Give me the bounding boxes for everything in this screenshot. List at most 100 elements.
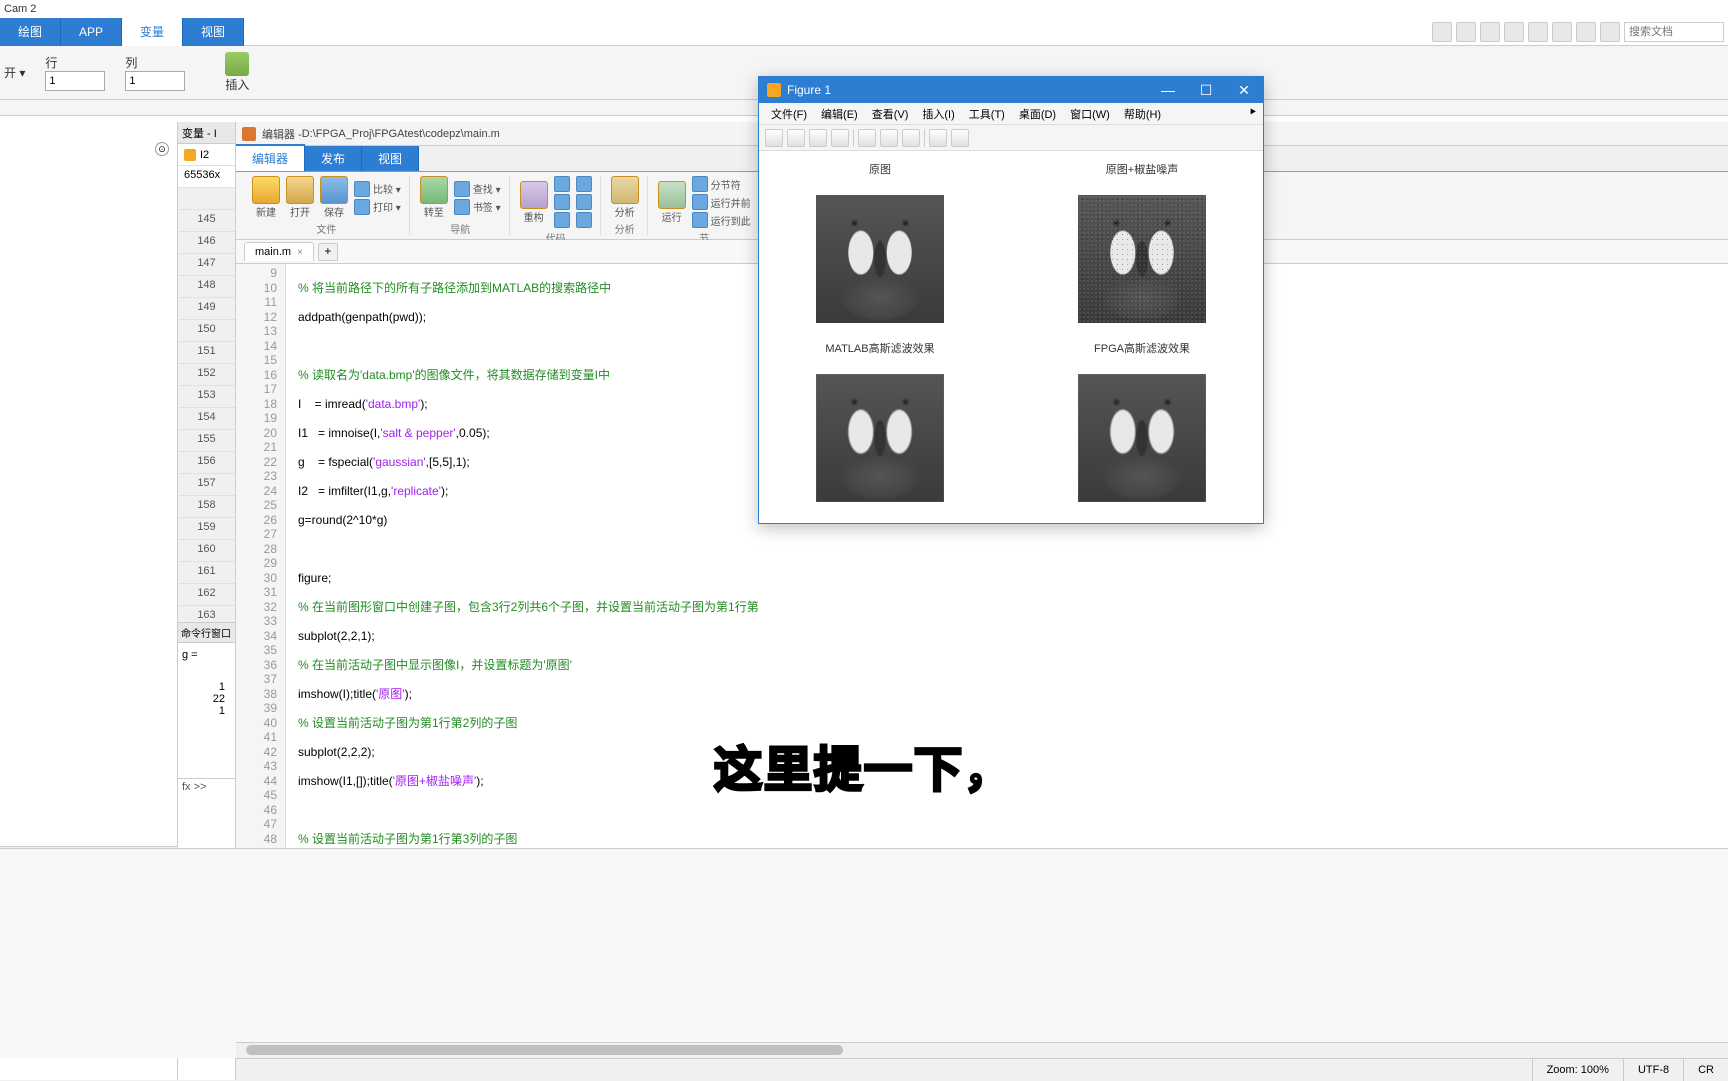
etab-view[interactable]: 视图 [362, 146, 419, 171]
code-icon[interactable] [554, 212, 570, 228]
ribbon-icon[interactable] [1456, 22, 1476, 42]
runto-icon[interactable] [692, 212, 708, 228]
h-scrollbar[interactable] [236, 1042, 1728, 1058]
ribbon-icon[interactable] [1480, 22, 1500, 42]
find-icon[interactable] [454, 181, 470, 197]
row-number[interactable]: 157 [178, 474, 235, 496]
menu-view[interactable]: 查看(V) [866, 104, 915, 124]
menu-insert[interactable]: 插入(I) [916, 104, 960, 124]
subplot-image-noise [1078, 195, 1206, 323]
open-icon[interactable] [286, 176, 314, 204]
etab-publish[interactable]: 发布 [305, 146, 362, 171]
row-number[interactable]: 148 [178, 276, 235, 298]
close-icon[interactable]: × [297, 247, 303, 258]
ribbon-icon[interactable] [1504, 22, 1524, 42]
tb-icon[interactable] [858, 129, 876, 147]
refactor-icon[interactable] [520, 181, 548, 209]
row-number[interactable]: 153 [178, 386, 235, 408]
tb-icon[interactable] [951, 129, 969, 147]
save-icon[interactable] [320, 176, 348, 204]
row-number[interactable]: 147 [178, 254, 235, 276]
minimize-button[interactable]: — [1149, 77, 1187, 103]
subplot-image-fpga [1078, 374, 1206, 502]
ribbon-tab-view[interactable]: 视图 [183, 18, 244, 46]
runadv-icon[interactable] [692, 194, 708, 210]
open-dropdown[interactable]: 开 ▾ [4, 64, 25, 81]
row-number[interactable]: 146 [178, 232, 235, 254]
row-number[interactable]: 155 [178, 430, 235, 452]
close-button[interactable]: ✕ [1225, 77, 1263, 103]
compare-icon[interactable] [354, 181, 370, 197]
ribbon-icon[interactable] [1528, 22, 1548, 42]
tb-icon[interactable] [902, 129, 920, 147]
row-number[interactable]: 151 [178, 342, 235, 364]
ribbon-tabs: 绘图 APP 变量 视图 [0, 18, 1728, 46]
row-number[interactable]: 145 [178, 210, 235, 232]
menu-window[interactable]: 窗口(W) [1064, 104, 1116, 124]
menu-help[interactable]: 帮助(H) [1118, 104, 1167, 124]
row-number[interactable]: 161 [178, 562, 235, 584]
section-icon[interactable] [692, 176, 708, 192]
row-input[interactable] [45, 71, 105, 91]
figure-window[interactable]: Figure 1 — ☐ ✕ 文件(F) 编辑(E) 查看(V) 插入(I) 工… [758, 76, 1264, 524]
code-icon[interactable] [554, 176, 570, 192]
menu-tools[interactable]: 工具(T) [963, 104, 1011, 124]
tb-save-icon[interactable] [809, 129, 827, 147]
status-zoom[interactable]: Zoom: 100% [1532, 1059, 1623, 1081]
row-number[interactable]: 158 [178, 496, 235, 518]
row-number[interactable]: 156 [178, 452, 235, 474]
var-header: 变量 - I [178, 122, 235, 144]
cmd-val: 1 [182, 681, 231, 693]
bookmark-icon[interactable] [454, 199, 470, 215]
ribbon-tab-plot[interactable]: 绘图 [0, 18, 61, 46]
code-icon[interactable] [576, 176, 592, 192]
fx-prompt[interactable]: fx >> [178, 778, 236, 798]
col-input[interactable] [125, 71, 185, 91]
tb-print-icon[interactable] [831, 129, 849, 147]
row-number[interactable]: 160 [178, 540, 235, 562]
menu-expand-icon[interactable]: ⯈ [1242, 105, 1263, 122]
help-icon[interactable] [1576, 22, 1596, 42]
ribbon-icon[interactable] [1552, 22, 1572, 42]
ribbon-icon[interactable] [1432, 22, 1452, 42]
menu-desktop[interactable]: 桌面(D) [1013, 104, 1062, 124]
row-number[interactable]: 150 [178, 320, 235, 342]
row-label: 行 [45, 54, 105, 71]
figure-titlebar[interactable]: Figure 1 — ☐ ✕ [759, 77, 1263, 103]
row-number[interactable]: 154 [178, 408, 235, 430]
menu-edit[interactable]: 编辑(E) [815, 104, 864, 124]
editor-icon [242, 127, 256, 141]
new-icon[interactable] [252, 176, 280, 204]
etab-editor[interactable]: 编辑器 [236, 144, 305, 171]
menu-file[interactable]: 文件(F) [765, 104, 813, 124]
code-icon[interactable] [576, 194, 592, 210]
goto-icon[interactable] [420, 176, 448, 204]
file-tab-main[interactable]: main.m × [244, 242, 314, 261]
code-icon[interactable] [576, 212, 592, 228]
ribbon-tab-app[interactable]: APP [61, 18, 122, 46]
run-icon[interactable] [658, 181, 686, 209]
print-icon[interactable] [354, 199, 370, 215]
var-icon [184, 149, 196, 161]
tb-pointer-icon[interactable] [929, 129, 947, 147]
row-number[interactable]: 162 [178, 584, 235, 606]
row-number[interactable]: 149 [178, 298, 235, 320]
tb-icon[interactable] [880, 129, 898, 147]
tb-open-icon[interactable] [787, 129, 805, 147]
subplot-image-matlab [816, 374, 944, 502]
analyze-icon[interactable] [611, 176, 639, 204]
dropdown-icon[interactable]: ⊙ [155, 142, 169, 156]
status-encoding[interactable]: UTF-8 [1623, 1059, 1683, 1081]
add-tab-button[interactable]: + [318, 243, 338, 261]
insert-icon[interactable] [225, 52, 249, 76]
row-number[interactable]: 152 [178, 364, 235, 386]
row-number[interactable]: 159 [178, 518, 235, 540]
search-input[interactable] [1624, 22, 1724, 42]
ribbon-tab-var[interactable]: 变量 [122, 18, 183, 46]
ribbon-icon[interactable] [1600, 22, 1620, 42]
tb-new-icon[interactable] [765, 129, 783, 147]
var-name[interactable]: I2 [200, 149, 209, 161]
maximize-button[interactable]: ☐ [1187, 77, 1225, 103]
code-icon[interactable] [554, 194, 570, 210]
status-crlf[interactable]: CR [1683, 1059, 1728, 1081]
